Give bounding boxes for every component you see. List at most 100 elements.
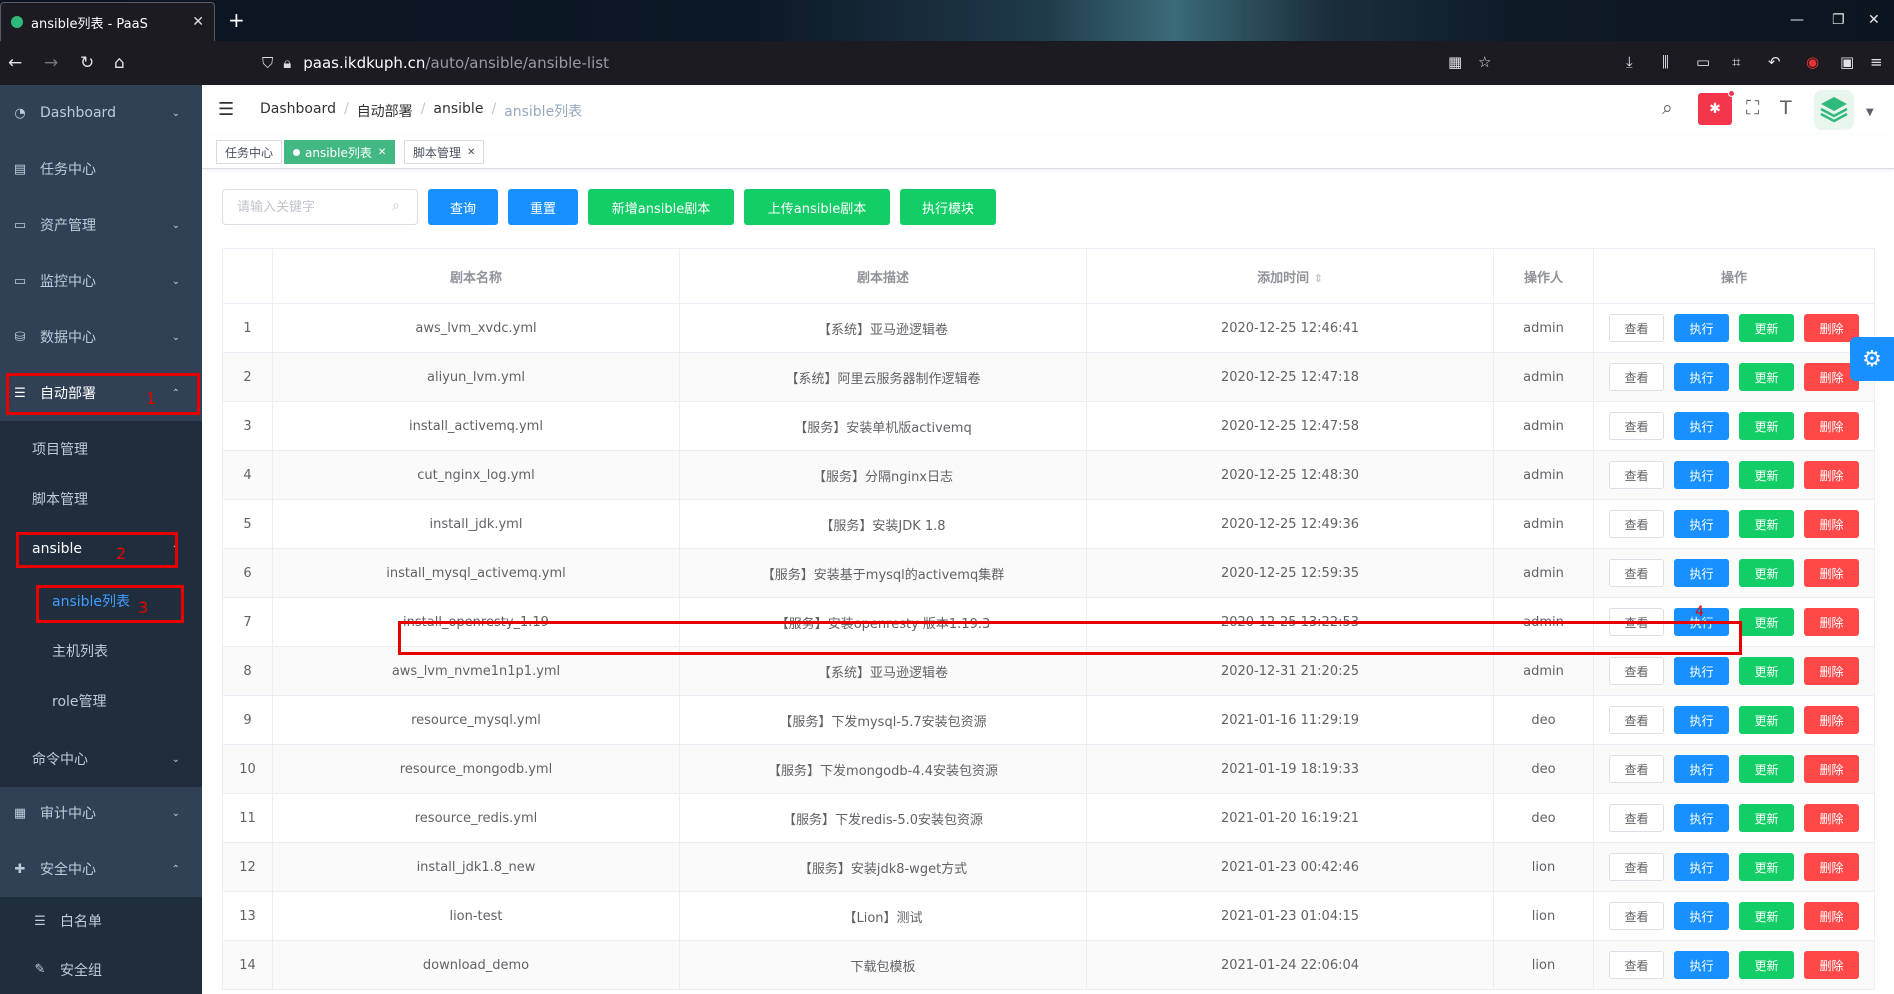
sidebar-item-assets[interactable]: ▭ 资产管理 ⌄: [0, 197, 202, 253]
update-button[interactable]: 更新: [1739, 706, 1794, 734]
exec-button[interactable]: 执行: [1674, 804, 1729, 832]
delete-button[interactable]: 删除: [1804, 804, 1859, 832]
delete-button[interactable]: 删除: [1804, 510, 1859, 538]
breadcrumb-item[interactable]: ansible: [433, 101, 483, 121]
breadcrumb-item[interactable]: Dashboard: [260, 101, 336, 121]
update-button[interactable]: 更新: [1739, 804, 1794, 832]
bug-icon[interactable]: ✱: [1698, 93, 1732, 125]
update-button[interactable]: 更新: [1739, 608, 1794, 636]
query-button[interactable]: 查询: [428, 189, 498, 225]
url-bar[interactable]: ⛉ 🔒︎ paas.ikdkuph.cn /auto/ansible/ansib…: [262, 48, 1502, 78]
sidebar-item-script[interactable]: 脚本管理: [0, 471, 202, 527]
view-button[interactable]: 查看: [1609, 951, 1664, 979]
sidebar-item-monitor[interactable]: ▭ 监控中心 ⌄: [0, 253, 202, 309]
view-button[interactable]: 查看: [1609, 755, 1664, 783]
delete-button[interactable]: 删除: [1804, 412, 1859, 440]
qrcode-icon[interactable]: ▦: [1448, 53, 1462, 71]
exec-button[interactable]: 执行: [1674, 510, 1729, 538]
sidebar-item-role[interactable]: role管理: [0, 673, 202, 729]
search-icon[interactable]: ⌕: [392, 198, 400, 214]
ublock-icon[interactable]: ◉: [1806, 53, 1819, 71]
exec-button[interactable]: 执行: [1674, 902, 1729, 930]
new-tab-icon[interactable]: +: [228, 8, 245, 32]
settings-gear-icon[interactable]: ⚙: [1850, 337, 1894, 381]
minimize-icon[interactable]: —: [1790, 12, 1804, 28]
update-button[interactable]: 更新: [1739, 755, 1794, 783]
lock-icon[interactable]: 🔒︎: [283, 54, 291, 72]
view-button[interactable]: 查看: [1609, 510, 1664, 538]
delete-button[interactable]: 删除: [1804, 608, 1859, 636]
breadcrumb-item[interactable]: 自动部署: [357, 101, 413, 121]
exec-button[interactable]: 执行: [1674, 412, 1729, 440]
exec-button[interactable]: 执行: [1674, 755, 1729, 783]
sidebar-item-security[interactable]: ✚ 安全中心 ⌃: [0, 841, 202, 897]
exec-module-button[interactable]: 执行模块: [900, 189, 996, 225]
exec-button[interactable]: 执行: [1674, 657, 1729, 685]
upload-script-button[interactable]: 上传ansible剧本: [744, 189, 890, 225]
sidebar-item-security-group[interactable]: ✎ 安全组: [0, 945, 202, 994]
view-button[interactable]: 查看: [1609, 461, 1664, 489]
exec-button[interactable]: 执行: [1674, 559, 1729, 587]
update-button[interactable]: 更新: [1739, 363, 1794, 391]
sidebar-item-command[interactable]: 命令中心 ⌄: [0, 731, 202, 787]
delete-button[interactable]: 删除: [1804, 755, 1859, 783]
tag-script-manage[interactable]: 脚本管理 ✕: [404, 140, 485, 164]
delete-button[interactable]: 删除: [1804, 951, 1859, 979]
exec-button[interactable]: 执行: [1674, 314, 1729, 342]
download-icon[interactable]: ⤓: [1626, 53, 1633, 71]
close-tag-icon[interactable]: ✕: [467, 147, 475, 158]
view-button[interactable]: 查看: [1609, 363, 1664, 391]
sidebar-item-data-center[interactable]: ⛁ 数据中心 ⌄: [0, 309, 202, 365]
delete-button[interactable]: 删除: [1804, 657, 1859, 685]
update-button[interactable]: 更新: [1739, 559, 1794, 587]
exec-button[interactable]: 执行: [1674, 363, 1729, 391]
shield-icon[interactable]: ⛉: [262, 54, 273, 72]
update-button[interactable]: 更新: [1739, 412, 1794, 440]
view-button[interactable]: 查看: [1609, 412, 1664, 440]
exec-button[interactable]: 执行: [1674, 951, 1729, 979]
close-tag-icon[interactable]: ✕: [378, 147, 386, 158]
bookmark-star-icon[interactable]: ☆: [1478, 53, 1491, 71]
view-button[interactable]: 查看: [1609, 314, 1664, 342]
font-size-icon[interactable]: T: [1780, 97, 1792, 119]
hamburger-icon[interactable]: ☰: [218, 99, 234, 120]
update-button[interactable]: 更新: [1739, 951, 1794, 979]
delete-button[interactable]: 删除: [1804, 706, 1859, 734]
sort-icon[interactable]: ⇕: [1314, 272, 1323, 285]
tag-task-center[interactable]: 任务中心: [216, 140, 283, 164]
view-button[interactable]: 查看: [1609, 559, 1664, 587]
view-button[interactable]: 查看: [1609, 804, 1664, 832]
home-icon[interactable]: ⌂: [114, 53, 125, 73]
sidebar-item-audit[interactable]: ▦ 审计中心 ⌄: [0, 785, 202, 841]
sidebar-item-whitelist[interactable]: ☰ 白名单: [0, 897, 202, 945]
reload-icon[interactable]: ↻: [80, 53, 94, 73]
update-button[interactable]: 更新: [1739, 853, 1794, 881]
close-tab-icon[interactable]: ✕: [192, 14, 204, 30]
sidebar-toggle-icon[interactable]: ▭: [1696, 53, 1710, 71]
view-button[interactable]: 查看: [1609, 706, 1664, 734]
delete-button[interactable]: 删除: [1804, 461, 1859, 489]
menu-icon[interactable]: ≡: [1870, 53, 1883, 71]
update-button[interactable]: 更新: [1739, 314, 1794, 342]
delete-button[interactable]: 删除: [1804, 902, 1859, 930]
delete-button[interactable]: 删除: [1804, 559, 1859, 587]
screenshot-icon[interactable]: ⌗: [1732, 53, 1740, 71]
extension-icon[interactable]: ▣: [1840, 53, 1854, 71]
exec-button[interactable]: 执行: [1674, 853, 1729, 881]
update-button[interactable]: 更新: [1739, 902, 1794, 930]
search-icon[interactable]: ⌕: [1662, 97, 1673, 119]
back-icon[interactable]: ←: [8, 53, 22, 73]
delete-button[interactable]: 删除: [1804, 853, 1859, 881]
col-header-time[interactable]: 添加时间 ⇕: [1086, 248, 1494, 304]
update-button[interactable]: 更新: [1739, 461, 1794, 489]
avatar[interactable]: [1814, 90, 1854, 130]
maximize-icon[interactable]: ❐: [1832, 12, 1845, 28]
view-button[interactable]: 查看: [1609, 657, 1664, 685]
library-icon[interactable]: ⫼: [1662, 53, 1669, 71]
reset-button[interactable]: 重置: [508, 189, 578, 225]
update-button[interactable]: 更新: [1739, 510, 1794, 538]
browser-tab[interactable]: ansible列表 - PaaS ✕: [0, 2, 215, 41]
sidebar-item-host-list[interactable]: 主机列表: [0, 623, 202, 679]
undo-icon[interactable]: ↶: [1768, 53, 1781, 71]
new-script-button[interactable]: 新增ansible剧本: [588, 189, 734, 225]
